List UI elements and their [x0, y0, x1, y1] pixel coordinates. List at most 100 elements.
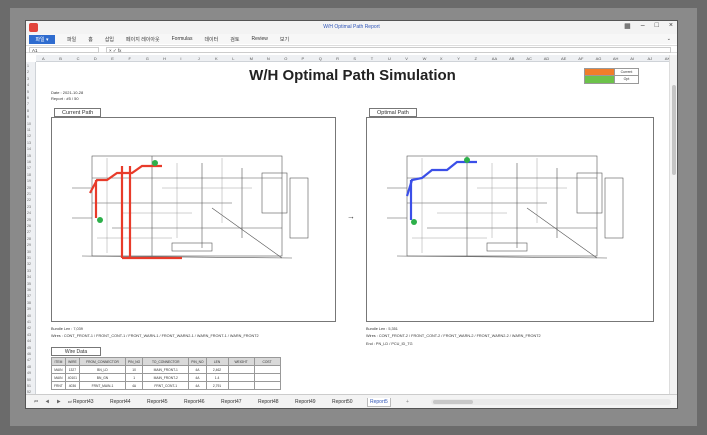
column-header-cell[interactable]: E	[111, 56, 114, 61]
row-header-cell[interactable]: 12	[27, 134, 31, 138]
sheet-tab-report46[interactable]: Report46	[182, 398, 207, 407]
column-header-cell[interactable]: V	[405, 56, 408, 61]
name-box[interactable]: A1	[29, 47, 99, 53]
row-header-cell[interactable]: 32	[27, 262, 31, 266]
column-header-cell[interactable]: P	[302, 56, 305, 61]
column-header-cell[interactable]: H	[163, 56, 166, 61]
cell[interactable]: 4A	[124, 381, 144, 390]
cell[interactable]: MAIN_FRONT-1	[142, 365, 190, 374]
column-header-cell[interactable]: Q	[319, 56, 322, 61]
row-header-cell[interactable]: 44	[27, 339, 31, 343]
tab-view[interactable]: 보기	[280, 36, 289, 43]
cell[interactable]: 2,791	[205, 381, 229, 390]
cell[interactable]: BN_LD	[78, 365, 126, 374]
column-header-cell[interactable]: U	[388, 56, 391, 61]
column-header-cell[interactable]: S	[353, 56, 356, 61]
row-header-cell[interactable]: 18	[27, 173, 31, 177]
cell[interactable]	[227, 365, 255, 374]
table-row[interactable]: MAIN 1327 BN_LD 10 MAIN_FRONT-1 4A 2,462	[51, 365, 281, 374]
row-header-cell[interactable]: 27	[27, 230, 31, 234]
row-header-cell[interactable]: 23	[27, 205, 31, 209]
column-header-cell[interactable]: O	[284, 56, 287, 61]
close-button[interactable]: ×	[669, 22, 673, 30]
tab-formulas[interactable]: Formulas	[172, 36, 193, 42]
row-header-cell[interactable]: 28	[27, 237, 31, 241]
sheet-tab-report47[interactable]: Report47	[219, 398, 244, 407]
tab-review[interactable]: Review	[251, 36, 267, 42]
sheet-tab-report43[interactable]: Report43	[71, 398, 96, 407]
column-header-cell[interactable]: B	[59, 56, 62, 61]
horizontal-scroll-thumb[interactable]	[433, 400, 473, 404]
row-header-cell[interactable]: 39	[27, 307, 31, 311]
cell[interactable]	[253, 365, 281, 374]
row-header-cell[interactable]: 1	[27, 64, 29, 68]
column-header-cell[interactable]: N	[267, 56, 270, 61]
row-header-cell[interactable]: 33	[27, 269, 31, 273]
ribbon-collapse-icon[interactable]: ⌄	[667, 36, 671, 42]
tab-page-layout[interactable]: 페이지 레이아웃	[126, 36, 160, 43]
row-header-cell[interactable]: 3	[27, 77, 29, 81]
row-header-cell[interactable]: 15	[27, 154, 31, 158]
row-header-cell[interactable]: 38	[27, 301, 31, 305]
column-header-cell[interactable]: F	[129, 56, 131, 61]
column-header-cell[interactable]: Z	[475, 56, 477, 61]
add-sheet-button[interactable]: +	[404, 398, 411, 407]
row-header-cell[interactable]: 46	[27, 352, 31, 356]
row-header-cell[interactable]: 6	[27, 96, 29, 100]
row-header-cell[interactable]: 29	[27, 243, 31, 247]
column-header-cell[interactable]: T	[371, 56, 373, 61]
cell[interactable]	[253, 381, 281, 390]
row-header-cell[interactable]: 50	[27, 378, 31, 382]
worksheet[interactable]: W/H Optimal Path Simulation Date : 2021-…	[36, 62, 669, 394]
column-header-cell[interactable]: Y	[457, 56, 460, 61]
cell[interactable]: FRNT_MAIN-1	[78, 381, 126, 390]
sheet-tab-report50[interactable]: Report50	[330, 398, 355, 407]
sheet-tab-report48[interactable]: Report48	[256, 398, 281, 407]
cell[interactable]: 10	[124, 365, 144, 374]
row-header-cell[interactable]: 42	[27, 326, 31, 330]
column-header-cell[interactable]: M	[250, 56, 253, 61]
vertical-scrollbar[interactable]	[669, 55, 677, 394]
cell[interactable]: 1	[124, 373, 144, 382]
cell[interactable]: MAIN_FRONT-2	[142, 373, 190, 382]
row-header-cell[interactable]: 21	[27, 192, 31, 196]
column-header-cell[interactable]: R	[336, 56, 339, 61]
column-header-cell[interactable]: AE	[561, 56, 566, 61]
tab-insert[interactable]: 삽입	[105, 36, 114, 43]
column-header-cell[interactable]: AF	[578, 56, 583, 61]
column-header-cell[interactable]: AI	[630, 56, 634, 61]
row-header-cell[interactable]: 9	[27, 115, 29, 119]
cell[interactable]: 4A	[188, 373, 207, 382]
column-header-cell[interactable]: AG	[596, 56, 602, 61]
cell[interactable]: 2,462	[205, 365, 229, 374]
cell[interactable]: 4036	[64, 381, 80, 390]
file-menu-button[interactable]: 파일 ▾	[29, 34, 55, 44]
cell[interactable]: MAIN	[51, 365, 66, 374]
row-header-cell[interactable]: 17	[27, 166, 31, 170]
row-header-cell[interactable]: 8	[27, 109, 29, 113]
row-header-cell[interactable]: 40	[27, 314, 31, 318]
row-header-cell[interactable]: 13	[27, 141, 31, 145]
column-header-cell[interactable]: J	[198, 56, 200, 61]
cell[interactable]: FRNT_CONT-1	[142, 381, 190, 390]
row-header-cell[interactable]: 41	[27, 320, 31, 324]
sheet-tab-report44[interactable]: Report44	[108, 398, 133, 407]
row-header-cell[interactable]: 26	[27, 224, 31, 228]
row-header-cell[interactable]: 47	[27, 358, 31, 362]
cell[interactable]: 40101	[64, 373, 80, 382]
row-header-cell[interactable]: 48	[27, 365, 31, 369]
column-header-cell[interactable]: A	[42, 56, 45, 61]
tab-review-ko[interactable]: 검토	[230, 36, 239, 43]
row-header-cell[interactable]: 7	[27, 102, 29, 106]
row-header-cell[interactable]: 30	[27, 250, 31, 254]
row-header-cell[interactable]: 49	[27, 371, 31, 375]
cell[interactable]	[253, 373, 281, 382]
column-header-cell[interactable]: L	[232, 56, 234, 61]
sheet-nav-buttons[interactable]: ⏮ ◀ ▶ ⏭	[34, 399, 75, 404]
row-header-cell[interactable]: 20	[27, 186, 31, 190]
column-header-cell[interactable]: K	[215, 56, 218, 61]
column-header-cell[interactable]: W	[423, 56, 427, 61]
sheet-tab-report45[interactable]: Report45	[145, 398, 170, 407]
maximize-button[interactable]: □	[655, 22, 659, 30]
minimize-button[interactable]: –	[641, 22, 645, 30]
